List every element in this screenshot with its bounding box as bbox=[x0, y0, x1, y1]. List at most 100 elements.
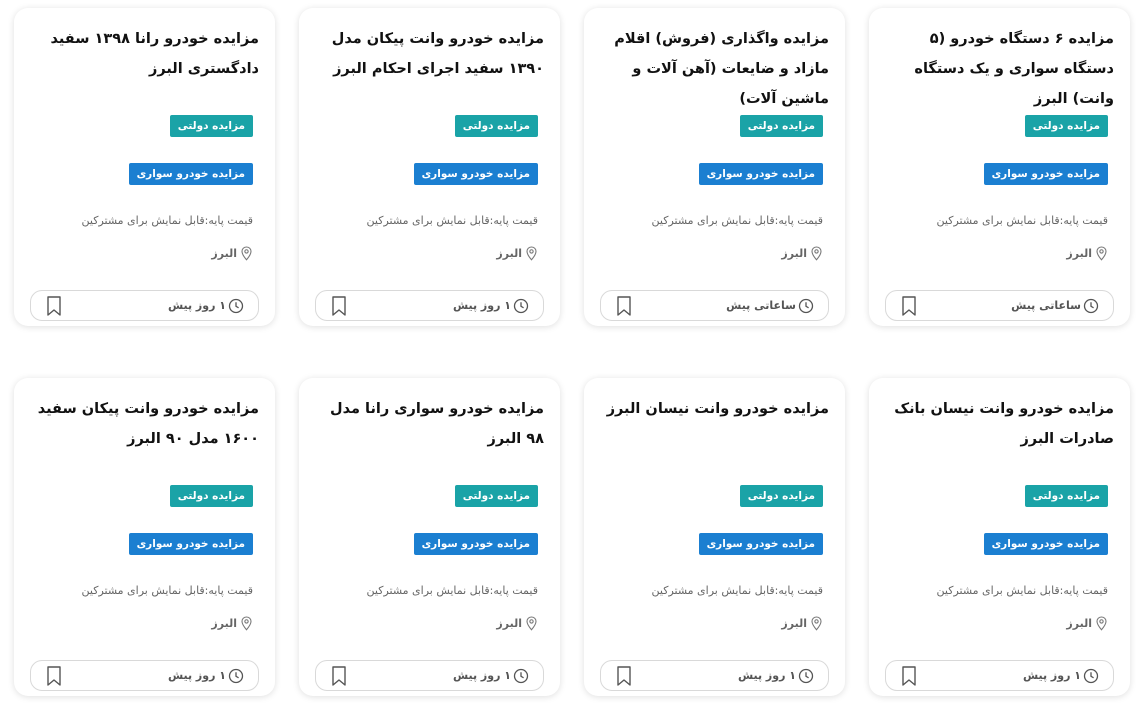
location-pin-icon bbox=[241, 616, 252, 631]
bookmark-icon[interactable] bbox=[900, 295, 918, 317]
location-label: البرز bbox=[1066, 247, 1092, 260]
badge-car-auction[interactable]: مزایده خودرو سواری bbox=[413, 533, 538, 555]
card-footer: ۱ روز پیش bbox=[30, 290, 259, 321]
badge-car-auction[interactable]: مزایده خودرو سواری bbox=[698, 163, 823, 185]
badge-car-auction[interactable]: مزایده خودرو سواری bbox=[698, 533, 823, 555]
bookmark-icon[interactable] bbox=[615, 665, 633, 687]
bookmark-icon[interactable] bbox=[330, 295, 348, 317]
post-time-label: ۱ روز پیش bbox=[167, 669, 226, 682]
location: البرز bbox=[211, 246, 253, 261]
location: البرز bbox=[781, 246, 823, 261]
post-time-label: ۱ روز پیش bbox=[167, 299, 226, 312]
card-title[interactable]: مزایده خودرو وانت نیسان البرز bbox=[598, 394, 829, 424]
location-pin-icon bbox=[811, 246, 822, 261]
location-pin-icon bbox=[526, 246, 537, 261]
badge-government-auction[interactable]: مزایده دولتی bbox=[1024, 485, 1108, 507]
auction-card[interactable]: مزایده خودرو وانت نیسان البرز مزایده دول… bbox=[584, 378, 845, 696]
badge-car-auction[interactable]: مزایده خودرو سواری bbox=[413, 163, 538, 185]
card-title[interactable]: مزایده خودرو رانا ۱۳۹۸ سفید دادگستری الب… bbox=[28, 24, 260, 84]
auction-card[interactable]: مزایده خودرو رانا ۱۳۹۸ سفید دادگستری الب… bbox=[14, 8, 275, 326]
base-price: قیمت پایه:قابل نمایش برای مشترکین bbox=[936, 584, 1108, 597]
bookmark-icon[interactable] bbox=[45, 295, 63, 317]
location-label: البرز bbox=[496, 247, 522, 260]
auction-card-grid: مزایده ۶ دستگاه خودرو (۵ دستگاه سواری و … bbox=[0, 0, 1139, 705]
clock-icon bbox=[798, 668, 814, 683]
card-title[interactable]: مزایده خودرو وانت پیکان سفید ۱۶۰۰ مدل ۹۰… bbox=[28, 394, 259, 454]
auction-card[interactable]: مزایده ۶ دستگاه خودرو (۵ دستگاه سواری و … bbox=[869, 8, 1130, 326]
location: البرز bbox=[1066, 616, 1108, 631]
auction-card[interactable]: مزایده واگذاری (فروش) اقلام مازاد و ضایع… bbox=[584, 8, 845, 326]
base-price: قیمت پایه:قابل نمایش برای مشترکین bbox=[81, 214, 253, 227]
badge-government-auction[interactable]: مزایده دولتی bbox=[454, 115, 538, 137]
post-time: ۱ روز پیش bbox=[453, 291, 529, 320]
clock-icon bbox=[798, 298, 814, 313]
bookmark-icon[interactable] bbox=[45, 665, 63, 687]
location-label: البرز bbox=[211, 617, 237, 630]
badge-government-auction[interactable]: مزایده دولتی bbox=[739, 115, 823, 137]
location: البرز bbox=[781, 616, 823, 631]
card-footer: ساعاتی پیش bbox=[885, 290, 1114, 321]
badge-government-auction[interactable]: مزایده دولتی bbox=[454, 485, 538, 507]
bookmark-icon[interactable] bbox=[615, 295, 633, 317]
location: البرز bbox=[1066, 246, 1108, 261]
badge-government-auction[interactable]: مزایده دولتی bbox=[169, 115, 253, 137]
badge-government-auction[interactable]: مزایده دولتی bbox=[1024, 115, 1108, 137]
base-price: قیمت پایه:قابل نمایش برای مشترکین bbox=[81, 584, 253, 597]
card-footer: ۱ روز پیش bbox=[315, 660, 544, 691]
badge-car-auction[interactable]: مزایده خودرو سواری bbox=[983, 163, 1108, 185]
post-time: ۱ روز پیش bbox=[453, 661, 529, 690]
card-footer: ساعاتی پیش bbox=[600, 290, 829, 321]
card-title[interactable]: مزایده خودرو وانت نیسان بانک صادرات البر… bbox=[883, 394, 1114, 454]
post-time-label: ۱ روز پیش bbox=[737, 669, 796, 682]
location-label: البرز bbox=[211, 247, 237, 260]
card-footer: ۱ روز پیش bbox=[30, 660, 259, 691]
post-time-label: ۱ روز پیش bbox=[452, 669, 511, 682]
base-price: قیمت پایه:قابل نمایش برای مشترکین bbox=[651, 214, 823, 227]
location: البرز bbox=[496, 616, 538, 631]
post-time: ساعاتی پیش bbox=[1011, 291, 1099, 320]
bookmark-icon[interactable] bbox=[900, 665, 918, 687]
card-footer: ۱ روز پیش bbox=[315, 290, 544, 321]
post-time: ۱ روز پیش bbox=[1023, 661, 1099, 690]
clock-icon bbox=[228, 298, 244, 313]
location-label: البرز bbox=[781, 247, 807, 260]
location-pin-icon bbox=[526, 616, 537, 631]
bookmark-icon[interactable] bbox=[330, 665, 348, 687]
post-time-label: ساعاتی پیش bbox=[1011, 299, 1081, 312]
location-pin-icon bbox=[1096, 246, 1107, 261]
card-title[interactable]: مزایده ۶ دستگاه خودرو (۵ دستگاه سواری و … bbox=[883, 24, 1114, 114]
location-pin-icon bbox=[1096, 616, 1107, 631]
base-price: قیمت پایه:قابل نمایش برای مشترکین bbox=[651, 584, 823, 597]
location: البرز bbox=[496, 246, 538, 261]
auction-card[interactable]: مزایده خودرو وانت پیکان مدل ۱۳۹۰ سفید اج… bbox=[299, 8, 560, 326]
clock-icon bbox=[1083, 298, 1099, 313]
location-pin-icon bbox=[241, 246, 252, 261]
location-pin-icon bbox=[811, 616, 822, 631]
auction-card[interactable]: مزایده خودرو وانت نیسان بانک صادرات البر… bbox=[869, 378, 1130, 696]
location-label: البرز bbox=[781, 617, 807, 630]
base-price: قیمت پایه:قابل نمایش برای مشترکین bbox=[366, 584, 538, 597]
card-title[interactable]: مزایده خودرو وانت پیکان مدل ۱۳۹۰ سفید اج… bbox=[313, 24, 544, 84]
card-footer: ۱ روز پیش bbox=[600, 660, 829, 691]
badge-car-auction[interactable]: مزایده خودرو سواری bbox=[128, 533, 253, 555]
clock-icon bbox=[228, 668, 244, 683]
location-label: البرز bbox=[1066, 617, 1092, 630]
location: البرز bbox=[211, 616, 253, 631]
badge-government-auction[interactable]: مزایده دولتی bbox=[739, 485, 823, 507]
card-title[interactable]: مزایده واگذاری (فروش) اقلام مازاد و ضایع… bbox=[598, 24, 829, 114]
post-time-label: ساعاتی پیش bbox=[726, 299, 796, 312]
auction-card[interactable]: مزایده خودرو سواری رانا مدل ۹۸ البرز مزا… bbox=[299, 378, 560, 696]
post-time: ساعاتی پیش bbox=[726, 291, 814, 320]
badge-government-auction[interactable]: مزایده دولتی bbox=[169, 485, 253, 507]
clock-icon bbox=[513, 668, 529, 683]
post-time: ۱ روز پیش bbox=[168, 291, 244, 320]
card-title[interactable]: مزایده خودرو سواری رانا مدل ۹۸ البرز bbox=[313, 394, 544, 454]
location-label: البرز bbox=[496, 617, 522, 630]
card-footer: ۱ روز پیش bbox=[885, 660, 1114, 691]
badge-car-auction[interactable]: مزایده خودرو سواری bbox=[983, 533, 1108, 555]
post-time-label: ۱ روز پیش bbox=[1022, 669, 1081, 682]
post-time-label: ۱ روز پیش bbox=[452, 299, 511, 312]
auction-card[interactable]: مزایده خودرو وانت پیکان سفید ۱۶۰۰ مدل ۹۰… bbox=[14, 378, 275, 696]
badge-car-auction[interactable]: مزایده خودرو سواری bbox=[128, 163, 253, 185]
base-price: قیمت پایه:قابل نمایش برای مشترکین bbox=[366, 214, 538, 227]
